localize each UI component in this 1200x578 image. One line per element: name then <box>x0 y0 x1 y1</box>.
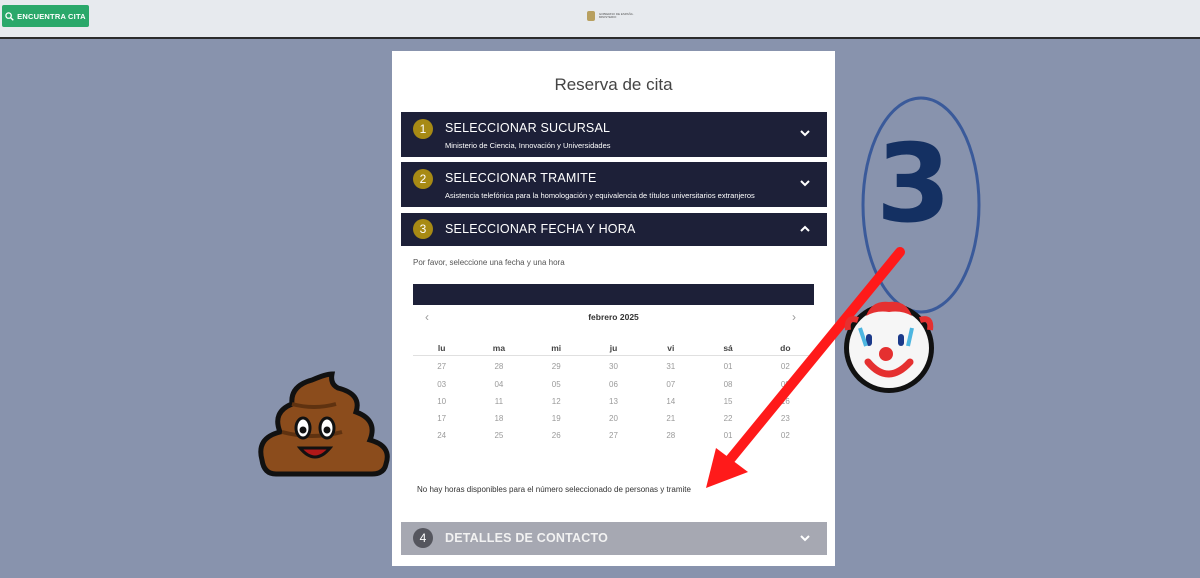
calendar-day: 11 <box>494 397 504 406</box>
step-selected-value: Ministerio de Ciencia, Innovación y Univ… <box>445 141 611 150</box>
step-number-badge: 3 <box>413 219 433 239</box>
clown-face-emoji <box>844 301 934 393</box>
top-bar: ENCUENTRA CITA GOBIERNO DE ESPAÑA · MINI… <box>0 0 1200 39</box>
calendar-day: 04 <box>494 380 504 389</box>
weekday-label: mi <box>527 341 585 356</box>
step-select-branch[interactable]: 1 SELECCIONAR SUCURSAL Ministerio de Cie… <box>401 112 827 157</box>
next-month-icon[interactable]: › <box>792 311 802 323</box>
calendar-week-row: 27 28 29 30 31 01 02 <box>413 356 814 377</box>
step-contact-details[interactable]: 4 DETALLES DE CONTACTO <box>401 522 827 555</box>
calendar-day: 07 <box>666 380 676 389</box>
no-hours-message: No hay horas disponibles para el número … <box>417 485 691 494</box>
date-time-hint: Por favor, seleccione una fecha y una ho… <box>413 258 565 267</box>
calendar-grid: lu ma mi ju vi sá do 27 28 29 30 31 01 0… <box>413 341 814 444</box>
calendar-day: 24 <box>437 431 447 440</box>
calendar-day: 06 <box>609 380 618 389</box>
step-label: SELECCIONAR FECHA Y HORA <box>445 222 636 236</box>
calendar-day: 02 <box>780 361 790 371</box>
weekday-label: ju <box>584 341 643 356</box>
weekday-label: lu <box>413 341 471 356</box>
calendar-day: 01 <box>723 431 733 440</box>
calendar-day: 20 <box>609 414 618 423</box>
weekday-header-row: lu ma mi ju vi sá do <box>413 341 814 356</box>
calendar-day: 21 <box>666 414 676 423</box>
pile-of-poo-emoji <box>258 371 390 477</box>
booking-card: Reserva de cita 1 SELECCIONAR SUCURSAL M… <box>392 51 835 566</box>
calendar-day: 19 <box>551 414 561 423</box>
find-appointment-label: ENCUENTRA CITA <box>17 11 86 21</box>
calendar-day: 01 <box>723 361 733 371</box>
calendar-day: 28 <box>494 361 504 371</box>
calendar-week-row: 24 25 26 27 28 01 02 <box>413 427 814 444</box>
calendar-day: 30 <box>609 361 618 371</box>
step-number-badge: 1 <box>413 119 433 139</box>
coat-of-arms-icon <box>587 11 595 21</box>
calendar-day: 08 <box>723 380 733 389</box>
step-number-badge: 4 <box>413 528 433 548</box>
chevron-down-icon[interactable] <box>799 127 811 139</box>
calendar-day: 10 <box>437 397 447 406</box>
calendar-day: 31 <box>666 361 676 371</box>
annotation-number: 3 <box>876 122 952 247</box>
step-selected-value: Asistencia telefónica para la homologaci… <box>445 191 755 200</box>
government-logo-text: GOBIERNO DE ESPAÑA · MINISTERIO <box>598 12 635 19</box>
calendar-header-bar <box>413 284 814 305</box>
calendar-day: 03 <box>437 380 447 389</box>
calendar-day: 29 <box>551 361 561 371</box>
calendar-week-row: 17 18 19 20 21 22 23 <box>413 410 814 427</box>
find-appointment-button[interactable]: ENCUENTRA CITA <box>2 5 89 27</box>
step-label: SELECCIONAR TRAMITE <box>445 171 597 185</box>
chevron-up-icon[interactable] <box>799 223 811 235</box>
calendar-week-row: 03 04 05 06 07 08 09 <box>413 376 814 393</box>
weekday-label: do <box>756 341 814 356</box>
weekday-label: sá <box>699 341 757 356</box>
calendar-day: 22 <box>723 414 733 423</box>
chevron-down-icon[interactable] <box>799 532 811 544</box>
calendar-day: 12 <box>551 397 561 406</box>
calendar-day: 02 <box>780 431 790 440</box>
calendar-day: 18 <box>494 414 504 423</box>
government-logo: GOBIERNO DE ESPAÑA · MINISTERIO <box>587 11 641 21</box>
calendar-day: 15 <box>723 397 733 406</box>
weekday-label: vi <box>642 341 700 356</box>
calendar-day: 05 <box>551 380 561 389</box>
calendar-day: 09 <box>780 380 790 389</box>
calendar-day: 25 <box>494 431 504 440</box>
step-label: SELECCIONAR SUCURSAL <box>445 121 611 135</box>
chevron-down-icon[interactable] <box>799 177 811 189</box>
calendar-day: 27 <box>437 361 447 371</box>
calendar-day: 28 <box>666 431 676 440</box>
step-label: DETALLES DE CONTACTO <box>445 531 609 545</box>
calendar-day: 16 <box>780 397 790 406</box>
calendar-day: 27 <box>609 431 618 440</box>
calendar-day: 26 <box>551 431 561 440</box>
calendar-day: 14 <box>666 397 676 406</box>
calendar-day: 17 <box>437 414 447 423</box>
month-navigation: ‹ febrero 2025 › <box>413 309 814 325</box>
weekday-label: ma <box>470 341 528 356</box>
step-select-date-time[interactable]: 3 SELECCIONAR FECHA Y HORA <box>401 213 827 246</box>
calendar-day: 23 <box>780 414 790 423</box>
calendar-week-row: 10 11 12 13 14 15 16 <box>413 393 814 410</box>
step-number-badge: 2 <box>413 169 433 189</box>
step-select-procedure[interactable]: 2 SELECCIONAR TRAMITE Asistencia telefón… <box>401 162 827 207</box>
calendar-day: 13 <box>609 397 618 406</box>
page-title: Reserva de cita <box>554 75 673 94</box>
current-month: febrero 2025 <box>588 312 639 322</box>
search-icon <box>5 11 14 21</box>
